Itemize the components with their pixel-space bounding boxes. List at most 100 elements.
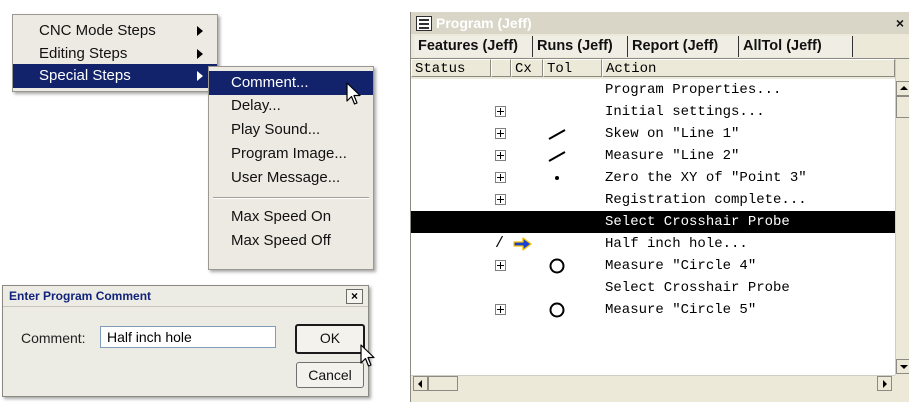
- step-row[interactable]: / Half inch hole...: [411, 233, 895, 255]
- comment-dialog: Enter Program Comment × Comment: OK Canc…: [2, 285, 369, 397]
- step-action: Skew on "Line 1": [605, 126, 740, 142]
- step-row[interactable]: Registration complete...: [411, 189, 895, 211]
- submenu-item-program-image[interactable]: Program Image...: [209, 142, 373, 166]
- tab-runs[interactable]: Runs (Jeff): [533, 36, 628, 57]
- menu-item-special-steps[interactable]: Special Steps: [13, 64, 217, 88]
- step-row-selected[interactable]: Select Crosshair Probe: [411, 211, 895, 233]
- column-header-action[interactable]: Action: [602, 59, 895, 77]
- scroll-right-button[interactable]: [877, 376, 892, 391]
- step-row[interactable]: Measure "Circle 5": [411, 299, 895, 321]
- ok-button-label: OK: [319, 330, 341, 346]
- step-row[interactable]: Zero the XY of "Point 3": [411, 167, 895, 189]
- expand-icon[interactable]: [495, 304, 506, 315]
- menu-item-label: Special Steps: [39, 67, 131, 84]
- scroll-left-button[interactable]: [413, 376, 428, 391]
- column-header-tol[interactable]: Tol: [543, 59, 602, 77]
- circle-feature-icon: [549, 258, 565, 274]
- step-action: Measure "Circle 4": [605, 258, 757, 274]
- step-action: Measure "Line 2": [605, 148, 740, 164]
- step-action: Half inch hole...: [605, 236, 748, 252]
- submenu-item-label: Delay...: [231, 97, 281, 114]
- program-list-icon: [416, 16, 432, 31]
- step-marker: /: [495, 235, 505, 252]
- vertical-scrollbar[interactable]: [895, 59, 909, 375]
- tab-alltol[interactable]: AllTol (Jeff): [739, 36, 853, 57]
- step-grid: Program Properties... Initial settings..…: [411, 79, 895, 375]
- scroll-thumb[interactable]: [428, 376, 458, 391]
- main-context-menu: CNC Mode Steps Editing Steps Special Ste…: [12, 14, 218, 92]
- dialog-title-bar: Enter Program Comment ×: [3, 286, 368, 307]
- line-feature-icon: [548, 129, 566, 140]
- submenu-item-label: User Message...: [231, 169, 341, 186]
- step-row[interactable]: Program Properties...: [411, 79, 895, 101]
- step-row[interactable]: Skew on "Line 1": [411, 123, 895, 145]
- expand-icon[interactable]: [495, 106, 506, 117]
- ok-button[interactable]: OK: [295, 324, 365, 354]
- expand-icon[interactable]: [495, 194, 506, 205]
- submenu-arrow-icon: [197, 71, 203, 81]
- menu-item-label: CNC Mode Steps: [39, 22, 156, 39]
- window-title: Program (Jeff): [436, 15, 532, 31]
- mouse-pointer-icon: [360, 344, 375, 367]
- step-grid-header: Status Cx Tol Action: [411, 59, 895, 79]
- chevron-down-icon: [900, 365, 908, 369]
- submenu-item-play-sound[interactable]: Play Sound...: [209, 118, 373, 142]
- column-header-blank[interactable]: [491, 59, 511, 77]
- circle-feature-icon: [549, 302, 565, 318]
- comment-label: Comment:: [21, 330, 86, 346]
- menu-separator: [213, 197, 369, 199]
- tab-features[interactable]: Features (Jeff): [414, 36, 533, 57]
- chevron-right-icon: [883, 380, 887, 388]
- menu-item-cnc-mode-steps[interactable]: CNC Mode Steps: [13, 19, 217, 43]
- submenu-arrow-icon: [197, 49, 203, 59]
- submenu-item-label: Max Speed On: [231, 208, 332, 225]
- point-feature-icon: [555, 176, 559, 180]
- submenu-arrow-icon: [197, 26, 203, 36]
- tab-strip: Features (Jeff) Runs (Jeff) Report (Jeff…: [411, 34, 909, 59]
- close-button[interactable]: ×: [346, 289, 363, 304]
- scroll-up-button[interactable]: [896, 81, 909, 96]
- program-window: Program (Jeff) × Features (Jeff) Runs (J…: [410, 12, 909, 402]
- horizontal-scrollbar[interactable]: [411, 375, 895, 392]
- expand-icon[interactable]: [495, 128, 506, 139]
- step-row[interactable]: Measure "Circle 4": [411, 255, 895, 277]
- mouse-pointer-icon: [346, 82, 361, 105]
- close-icon[interactable]: ×: [896, 15, 904, 31]
- submenu-item-label: Play Sound...: [231, 121, 321, 138]
- line-feature-icon: [548, 151, 566, 162]
- submenu-item-max-speed-off[interactable]: Max Speed Off: [209, 229, 373, 253]
- comment-input[interactable]: [100, 326, 276, 348]
- expand-icon[interactable]: [495, 172, 506, 183]
- step-action: Program Properties...: [605, 82, 782, 98]
- submenu-item-label: Program Image...: [231, 145, 347, 162]
- current-step-arrow-icon: [513, 237, 532, 251]
- step-action: Select Crosshair Probe: [605, 280, 790, 296]
- submenu-item-max-speed-on[interactable]: Max Speed On: [209, 205, 373, 229]
- step-action: Measure "Circle 5": [605, 302, 757, 318]
- cancel-button[interactable]: Cancel: [296, 362, 364, 388]
- submenu-item-label: Comment...: [231, 74, 309, 91]
- step-row[interactable]: Initial settings...: [411, 101, 895, 123]
- tab-report[interactable]: Report (Jeff): [628, 36, 739, 57]
- step-row[interactable]: Measure "Line 2": [411, 145, 895, 167]
- dialog-title: Enter Program Comment: [9, 289, 152, 303]
- menu-item-label: Editing Steps: [39, 45, 128, 62]
- step-action: Zero the XY of "Point 3": [605, 170, 807, 186]
- step-action: Registration complete...: [605, 192, 807, 208]
- column-header-status[interactable]: Status: [411, 59, 491, 77]
- chevron-left-icon: [418, 380, 422, 388]
- cancel-button-label: Cancel: [308, 367, 352, 383]
- step-row[interactable]: Select Crosshair Probe: [411, 277, 895, 299]
- step-action: Select Crosshair Probe: [605, 214, 790, 230]
- submenu-item-label: Max Speed Off: [231, 232, 331, 249]
- menu-item-editing-steps[interactable]: Editing Steps: [13, 42, 217, 66]
- expand-icon[interactable]: [495, 150, 506, 161]
- expand-icon[interactable]: [495, 260, 506, 271]
- window-title-bar: Program (Jeff) ×: [411, 12, 909, 34]
- column-header-cx[interactable]: Cx: [511, 59, 543, 77]
- chevron-up-icon: [900, 86, 908, 90]
- scroll-thumb[interactable]: [896, 96, 909, 118]
- scroll-down-button[interactable]: [896, 359, 909, 374]
- submenu-item-user-message[interactable]: User Message...: [209, 166, 373, 190]
- step-action: Initial settings...: [605, 104, 765, 120]
